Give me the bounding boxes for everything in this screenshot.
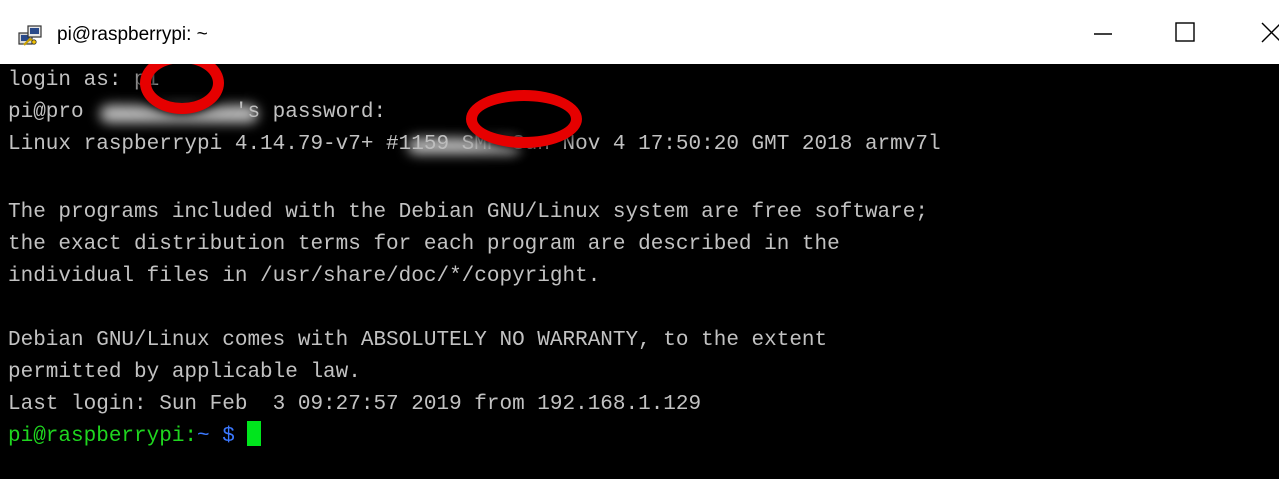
maximize-button[interactable] (1150, 0, 1220, 64)
terminal-area[interactable]: login as: pi pi@pro 's password: Linux r… (0, 64, 1279, 479)
putty-window: pi@raspberrypi: ~ login as: pi pi@pro 's… (0, 0, 1279, 479)
window-title: pi@raspberrypi: ~ (57, 24, 208, 45)
prompt-user-host: pi@raspberrypi: (8, 425, 198, 448)
text-cursor (246, 421, 261, 446)
minimize-icon (1094, 33, 1112, 35)
terminal-line: Debian GNU/Linux comes with ABSOLUTELY N… (8, 329, 828, 352)
title-bar[interactable]: pi@raspberrypi: ~ (0, 0, 1279, 64)
terminal-line: the exact distribution terms for each pr… (8, 233, 840, 256)
close-icon (1261, 22, 1279, 43)
terminal-line: individual files in /usr/share/doc/*/cop… (8, 265, 601, 288)
terminal-line: permitted by applicable law. (8, 361, 361, 384)
maximize-icon (1175, 22, 1195, 42)
terminal-line: Last login: Sun Feb 3 09:27:57 2019 from… (8, 393, 702, 416)
prompt-path: ~ $ (197, 425, 235, 448)
close-button[interactable] (1238, 0, 1279, 64)
shell-prompt-line[interactable]: pi@raspberrypi:~ $ (8, 421, 261, 453)
minimize-button[interactable] (1068, 0, 1138, 64)
putty-icon (18, 25, 42, 46)
annotation-circle-password (466, 90, 582, 148)
terminal-line: login as: pi (8, 69, 160, 92)
terminal-line: The programs included with the Debian GN… (8, 201, 928, 224)
